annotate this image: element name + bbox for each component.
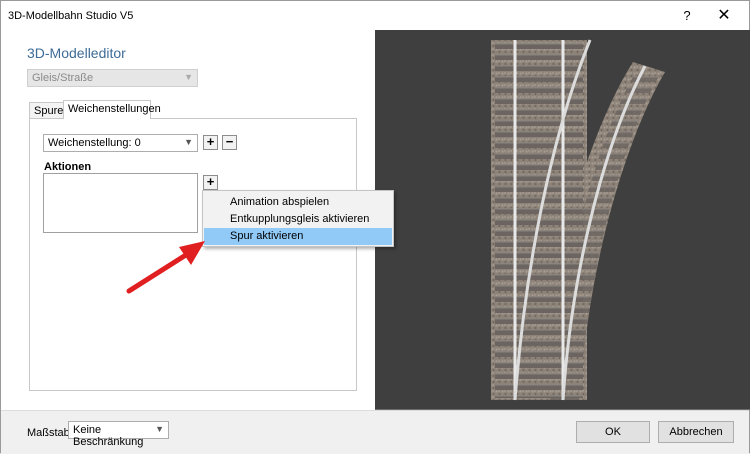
switch-setting-value: Weichenstellung: 0 xyxy=(48,137,141,149)
actions-label: Aktionen xyxy=(44,161,92,173)
close-icon[interactable]: ✕ xyxy=(713,7,735,25)
add-switch-setting-button[interactable]: + xyxy=(203,135,218,150)
3d-viewport[interactable] xyxy=(375,30,750,411)
menu-item-label: Entkupplungsgleis aktivieren xyxy=(230,213,370,225)
tab-weichenstellungen[interactable]: Weichenstellungen xyxy=(63,100,161,119)
add-action-button[interactable]: + xyxy=(203,175,218,190)
remove-switch-setting-button[interactable]: − xyxy=(222,135,237,150)
actions-list[interactable] xyxy=(43,173,198,233)
dialog-footer: Maßstab: Keine Beschränkung ▼ OK Abbrech… xyxy=(1,410,749,454)
chevron-down-icon: ▼ xyxy=(184,137,193,147)
menu-item-label: Spur aktivieren xyxy=(230,230,304,242)
ok-button[interactable]: OK xyxy=(576,421,650,443)
menu-item-track[interactable]: Spur aktivieren xyxy=(204,228,392,245)
chevron-down-icon: ▼ xyxy=(184,72,193,82)
scale-select[interactable]: Keine Beschränkung ▼ xyxy=(68,421,169,448)
cancel-button[interactable]: Abbrechen xyxy=(658,421,734,443)
menu-item-label: Animation abspielen xyxy=(230,196,330,208)
annotation-arrow xyxy=(126,241,205,294)
chevron-down-icon: ▼ xyxy=(155,424,164,434)
scale-value: Keine Beschränkung xyxy=(73,424,144,448)
context-menu: Animation abspielen Entkupplungsgleis ak… xyxy=(202,190,394,247)
category-select: Gleis/Straße ▼ xyxy=(27,69,198,87)
tab-spuren[interactable]: Spuren xyxy=(29,102,69,119)
dialog-window: 3D-Modellbahn Studio V5 ? ✕ 3D-Modelledi… xyxy=(0,0,750,454)
track-preview xyxy=(375,39,750,411)
category-value: Gleis/Straße xyxy=(32,72,94,84)
editor-title: 3D-Modelleditor xyxy=(27,45,126,61)
menu-item-uncoupling[interactable]: Entkupplungsgleis aktivieren xyxy=(204,211,392,228)
title-bar: 3D-Modellbahn Studio V5 ? ✕ xyxy=(1,1,749,31)
help-icon[interactable]: ? xyxy=(677,7,697,25)
menu-item-animation[interactable]: Animation abspielen xyxy=(204,194,392,211)
window-title: 3D-Modellbahn Studio V5 xyxy=(8,10,134,22)
scale-label: Maßstab: xyxy=(27,427,73,439)
switch-setting-select[interactable]: Weichenstellung: 0 ▼ xyxy=(43,134,198,152)
